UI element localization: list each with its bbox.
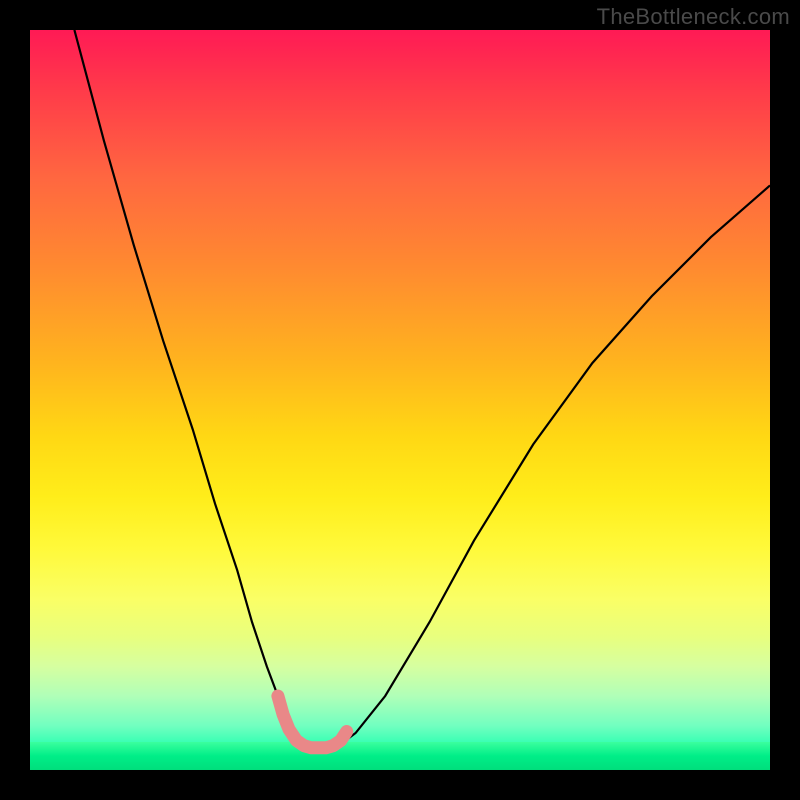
chart-frame: TheBottleneck.com [0, 0, 800, 800]
highlight-range [278, 696, 347, 748]
chart-svg [30, 30, 770, 770]
bottleneck-curve [74, 30, 770, 748]
watermark-text: TheBottleneck.com [597, 4, 790, 30]
plot-area [30, 30, 770, 770]
